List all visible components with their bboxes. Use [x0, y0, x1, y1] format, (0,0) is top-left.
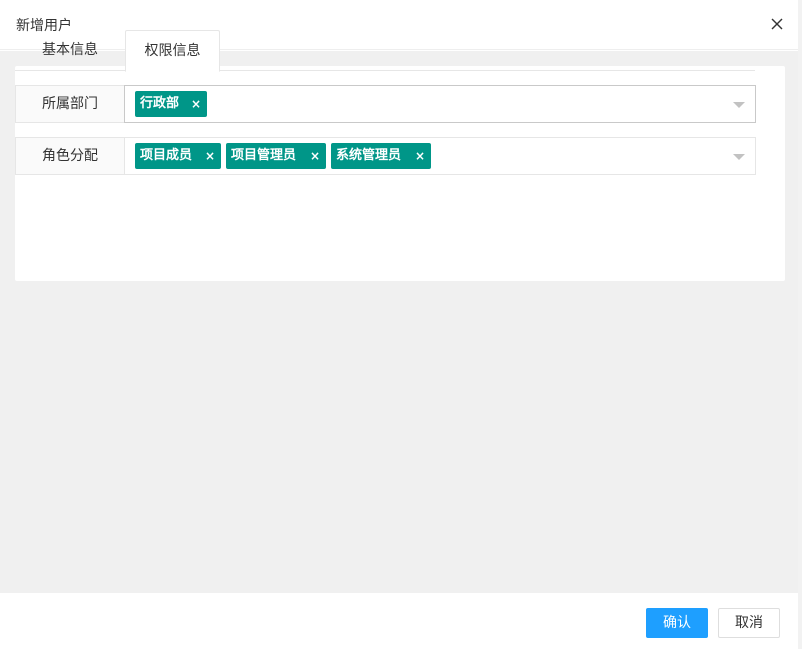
tag-label: 项目管理员 [231, 148, 297, 163]
tag-label: 项目成员 [140, 148, 193, 163]
background-edge [798, 0, 802, 649]
caret-down-icon[interactable] [733, 154, 745, 160]
caret-down-icon[interactable] [733, 102, 745, 108]
roles-select[interactable]: 项目成员 × 项目管理员 × 系统管理员 × [124, 137, 756, 175]
department-select[interactable]: 行政部 × [124, 85, 756, 123]
department-row: 所属部门 行政部 × [15, 85, 756, 123]
add-user-dialog: 新增用户 基本信息 权限信息 所属部门 行政部 × 角色分配 项目成员 × 项目… [0, 0, 798, 649]
role-tag: 系统管理员 × [331, 143, 431, 169]
confirm-button[interactable]: 确认 [646, 608, 708, 638]
roles-row: 角色分配 项目成员 × 项目管理员 × 系统管理员 × [15, 137, 756, 175]
dialog-body [0, 51, 798, 593]
tag-label: 行政部 [140, 96, 180, 111]
tag-remove-icon[interactable]: × [415, 143, 425, 169]
tab-basic-info[interactable]: 基本信息 [31, 30, 109, 71]
role-tag: 项目成员 × [135, 143, 221, 169]
department-tag: 行政部 × [135, 91, 207, 117]
tab-bar: 基本信息 权限信息 [15, 30, 755, 72]
tab-permission-info[interactable]: 权限信息 [125, 30, 220, 72]
roles-label: 角色分配 [15, 137, 125, 175]
close-icon[interactable] [768, 15, 786, 33]
tag-remove-icon[interactable]: × [310, 143, 320, 169]
tag-label: 系统管理员 [336, 148, 402, 163]
department-label: 所属部门 [15, 85, 125, 123]
tag-remove-icon[interactable]: × [205, 143, 215, 169]
dialog-footer: 确认 取消 [0, 593, 798, 649]
role-tag: 项目管理员 × [226, 143, 326, 169]
tag-remove-icon[interactable]: × [191, 91, 201, 117]
cancel-button[interactable]: 取消 [718, 608, 780, 638]
